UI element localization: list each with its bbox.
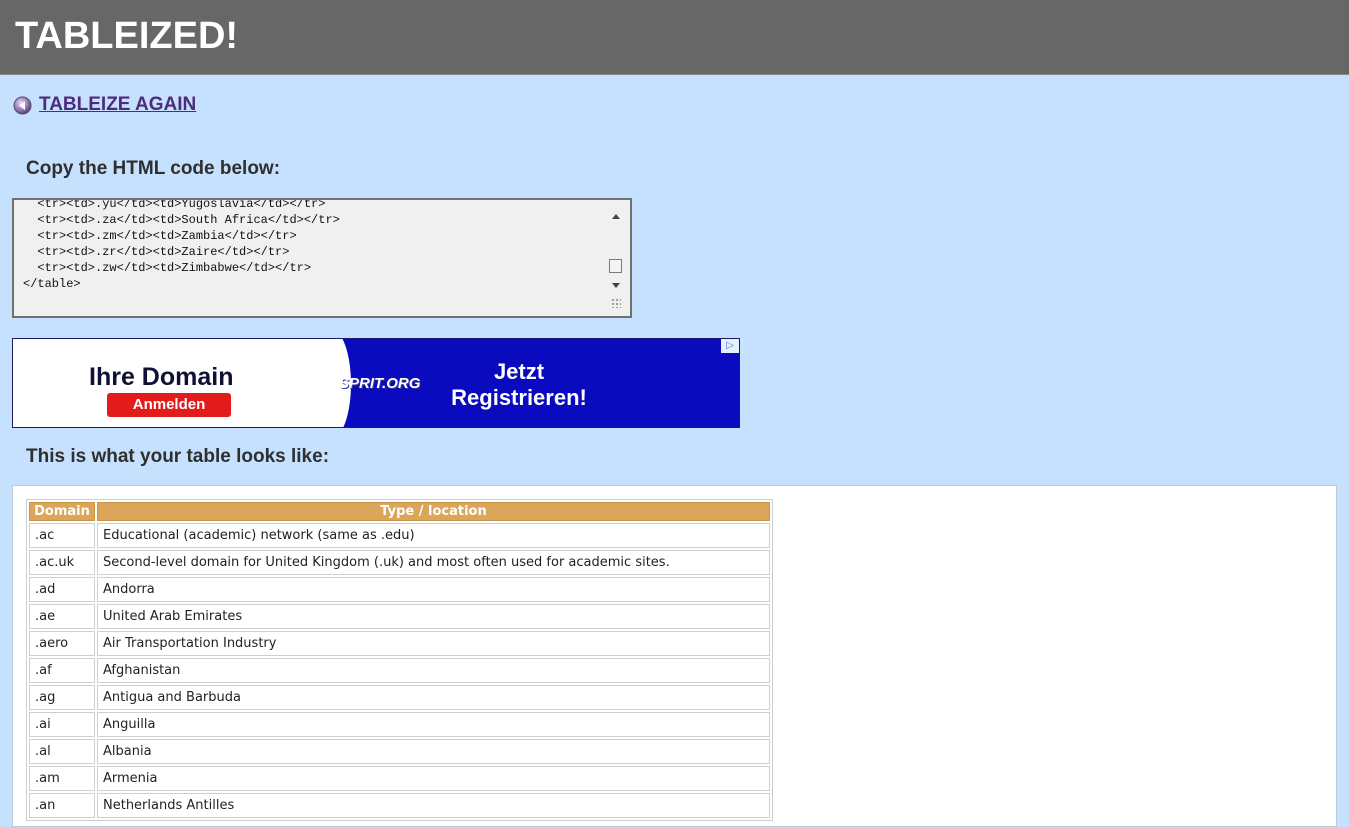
table-row: .am Armenia: [29, 766, 770, 791]
page-header: TABLEIZED!: [0, 0, 1349, 75]
table-row: .af Afghanistan: [29, 658, 770, 683]
back-arrow-icon: [13, 96, 32, 114]
preview-section-heading: This is what your table looks like:: [26, 446, 330, 467]
ad-title: Ihre Domain: [89, 363, 234, 391]
cell-type-location: United Arab Emirates: [97, 604, 770, 629]
scroll-thumb[interactable]: [609, 259, 622, 273]
table-row: .ag Antigua and Barbuda: [29, 685, 770, 710]
table-row: .aero Air Transportation Industry: [29, 631, 770, 656]
tableize-again-label[interactable]: TABLEIZE AGAIN: [39, 94, 196, 116]
cell-domain: .ac.uk: [29, 550, 95, 575]
table-row: .ac Educational (academic) network (same …: [29, 523, 770, 548]
ad-call-to-action[interactable]: Jetzt Registrieren!: [451, 359, 587, 411]
ad-brand-logo: SPRIT.ORG: [339, 375, 421, 392]
cell-type-location: Albania: [97, 739, 770, 764]
code-section-heading: Copy the HTML code below:: [26, 158, 281, 179]
cell-domain: .af: [29, 658, 95, 683]
ad-banner[interactable]: Ihre Domain Anmelden SPRIT.ORG Jetzt Reg…: [12, 338, 740, 428]
cell-domain: .al: [29, 739, 95, 764]
cell-type-location: Netherlands Antilles: [97, 793, 770, 818]
tableize-again-link[interactable]: TABLEIZE AGAIN: [13, 93, 196, 117]
domain-table: Domain Type / location .ac Educational (a…: [26, 499, 773, 821]
cell-domain: .ac: [29, 523, 95, 548]
cell-domain: .ad: [29, 577, 95, 602]
ad-cta-line2: Registrieren!: [451, 385, 587, 410]
table-row: .an Netherlands Antilles: [29, 793, 770, 818]
cell-type-location: Second-level domain for United Kingdom (…: [97, 550, 770, 575]
page-title: TABLEIZED!: [15, 15, 239, 57]
cell-domain: .aero: [29, 631, 95, 656]
column-header-type-location: Type / location: [97, 502, 770, 521]
ad-register-button[interactable]: Anmelden: [107, 393, 231, 417]
cell-type-location: Educational (academic) network (same as …: [97, 523, 770, 548]
cell-domain: .am: [29, 766, 95, 791]
table-body: .ac Educational (academic) network (same …: [29, 523, 770, 818]
cell-type-location: Air Transportation Industry: [97, 631, 770, 656]
ad-cta-line1: Jetzt: [493, 359, 545, 384]
table-row: .al Albania: [29, 739, 770, 764]
cell-type-location: Armenia: [97, 766, 770, 791]
table-row: .ad Andorra: [29, 577, 770, 602]
ad-choices-icon[interactable]: ▷: [721, 339, 739, 353]
cell-type-location: Afghanistan: [97, 658, 770, 683]
table-row: .ae United Arab Emirates: [29, 604, 770, 629]
resize-grip-icon[interactable]: [611, 298, 621, 308]
scroll-down-arrow-icon[interactable]: [612, 283, 620, 288]
cell-domain: .ai: [29, 712, 95, 737]
cell-type-location: Antigua and Barbuda: [97, 685, 770, 710]
scroll-up-arrow-icon[interactable]: [612, 214, 620, 219]
cell-type-location: Anguilla: [97, 712, 770, 737]
table-preview-panel: Domain Type / location .ac Educational (a…: [12, 485, 1337, 827]
table-row: .ac.uk Second-level domain for United Kin…: [29, 550, 770, 575]
cell-type-location: Andorra: [97, 577, 770, 602]
cell-domain: .an: [29, 793, 95, 818]
table-row: .ai Anguilla: [29, 712, 770, 737]
html-code-text: <tr><td>.yu</td><td>Yugoslavia</td></tr>…: [23, 198, 340, 291]
html-code-textarea[interactable]: <tr><td>.yu</td><td>Yugoslavia</td></tr>…: [12, 198, 632, 318]
cell-domain: .ag: [29, 685, 95, 710]
code-scrollbar[interactable]: [608, 208, 624, 290]
table-header-row: Domain Type / location: [29, 502, 770, 521]
column-header-domain: Domain: [29, 502, 95, 521]
cell-domain: .ae: [29, 604, 95, 629]
